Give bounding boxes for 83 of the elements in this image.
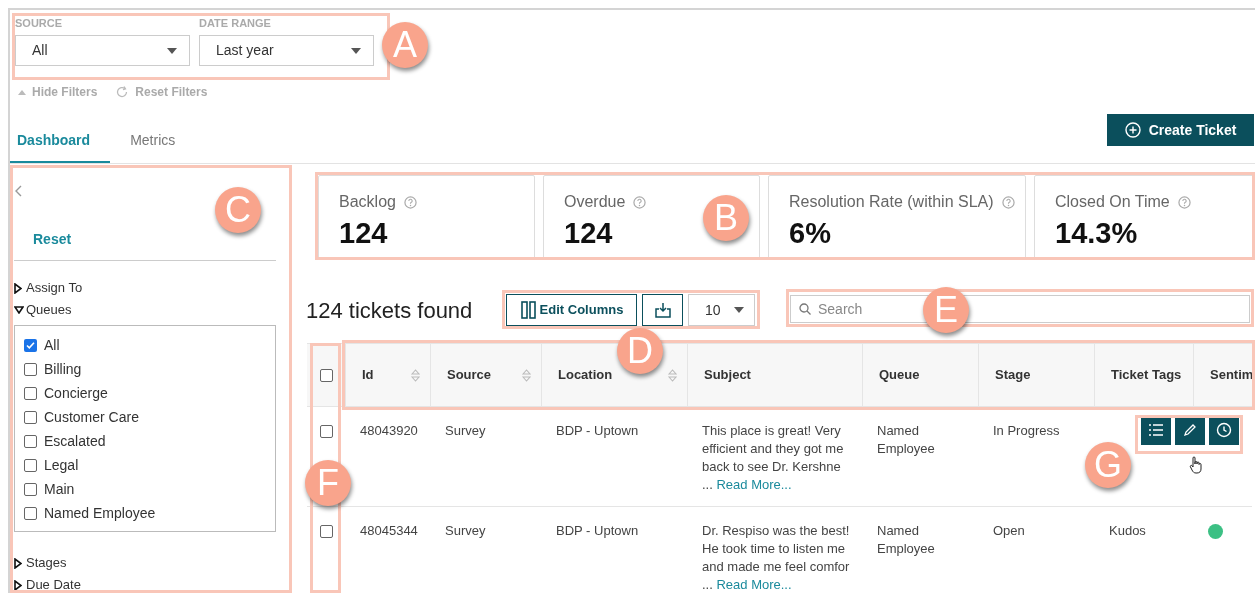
pencil-icon: [1183, 423, 1197, 437]
caret-up-icon: [18, 89, 26, 95]
read-more-link[interactable]: Read More...: [716, 477, 792, 492]
callout-marker: F: [305, 460, 351, 506]
ticket-id: 48045344: [360, 523, 418, 538]
caret-down-icon: [14, 306, 26, 314]
filter-label: DATE RANGE: [199, 16, 272, 31]
help-icon: [633, 195, 647, 209]
kpi-label: Backlog: [339, 192, 396, 212]
ticket-subject: This place is great! Very efficient and they got me back to see Dr. Kershne ... Read More...: [702, 422, 845, 494]
clock-icon: [1216, 422, 1232, 438]
help-icon: [403, 195, 417, 209]
ticket-subject: Dr. Respiso was the best! He took time to listen me and made me feel comfor ... Read More...: [702, 522, 851, 593]
download-button[interactable]: [642, 294, 683, 326]
search-icon: [799, 303, 811, 315]
kpi-label: Overdue: [564, 192, 626, 212]
results-count: 124 tickets found: [306, 297, 473, 325]
filter-section-toggle[interactable]: Due Date: [14, 574, 276, 593]
page-size-dropdown[interactable]: 10: [688, 294, 755, 326]
row-checkbox[interactable]: [319, 425, 333, 438]
callout-marker: A: [382, 22, 428, 68]
tab[interactable]: Metrics: [110, 120, 196, 164]
column-header[interactable]: Sentim: [1193, 344, 1252, 406]
tab[interactable]: Dashboard: [10, 120, 111, 164]
queue-checkbox[interactable]: Legal: [24, 455, 266, 475]
refresh-icon: [115, 85, 130, 99]
list-icon: [1148, 423, 1164, 437]
ticket-tag: Kudos: [1109, 523, 1146, 538]
queue-checkbox[interactable]: Billing: [24, 359, 266, 379]
kpi-label: Closed On Time: [1055, 192, 1170, 212]
download-icon: [654, 302, 671, 318]
columns-icon: [519, 301, 538, 319]
table-cell: Survey: [445, 423, 486, 438]
plus-circle-icon: [1124, 122, 1141, 138]
table-cell: Named Employee: [877, 523, 935, 556]
ticket-id: 48043920: [360, 423, 418, 438]
chevron-left-icon: [15, 185, 22, 197]
queue-checkbox[interactable]: Main: [24, 479, 266, 499]
queue-checkbox[interactable]: Concierge: [24, 383, 266, 403]
kpi-value: 6%: [789, 216, 831, 251]
caret-icon: [734, 307, 744, 313]
queue-checkbox[interactable]: Customer Care: [24, 407, 266, 427]
column-header[interactable]: Ticket Tags: [1094, 344, 1193, 406]
row-checkbox[interactable]: [319, 525, 333, 538]
column-header[interactable]: Queue: [862, 344, 978, 406]
table-cell: Open: [993, 523, 1025, 538]
callout-marker: E: [923, 287, 969, 333]
caret-icon: [167, 47, 177, 54]
callout-marker: C: [215, 187, 261, 233]
kpi-label: Resolution Rate (within SLA): [789, 192, 994, 212]
filter-label: SOURCE: [15, 16, 64, 31]
column-header[interactable]: Subject: [687, 344, 862, 406]
select-all-checkbox[interactable]: [319, 368, 333, 382]
column-header[interactable]: Source: [430, 344, 541, 406]
read-more-link[interactable]: Read More...: [716, 577, 792, 592]
edit-columns-button[interactable]: Edit Columns: [506, 294, 637, 326]
caret-icon: [351, 47, 361, 54]
column-header[interactable]: Id: [345, 344, 430, 406]
kpi-value: 124: [339, 216, 388, 251]
callout-marker: G: [1085, 442, 1131, 488]
checkmark-icon: [26, 340, 35, 350]
help-icon: [1177, 195, 1191, 209]
queue-checkbox[interactable]: Escalated: [24, 431, 266, 451]
dropdown[interactable]: Last year: [199, 35, 374, 66]
create-ticket-button[interactable]: Create Ticket: [1107, 114, 1254, 146]
table-cell: Named Employee: [877, 423, 935, 456]
kpi-value: 124: [564, 216, 613, 251]
column-header[interactable]: Stage: [978, 344, 1094, 406]
help-icon: [1001, 195, 1015, 209]
reset-link[interactable]: Reset: [33, 229, 72, 250]
filter-section-toggle[interactable]: Queues: [14, 299, 276, 321]
table-cell: In Progress: [993, 423, 1060, 438]
queue-checkbox[interactable]: Named Employee: [24, 503, 266, 523]
kpi-value: 14.3%: [1055, 216, 1138, 251]
filter-section-toggle[interactable]: Stages: [14, 552, 276, 574]
hand-cursor-icon: [1189, 456, 1203, 474]
queue-checkbox[interactable]: All: [24, 335, 266, 355]
callout-marker: B: [703, 195, 749, 241]
filter-section-toggle[interactable]: Assign To: [14, 277, 276, 299]
dropdown[interactable]: All: [15, 35, 190, 66]
table-cell: BDP - Uptown: [556, 523, 639, 538]
table-cell: Survey: [445, 523, 486, 538]
table-cell: BDP - Uptown: [556, 423, 639, 438]
